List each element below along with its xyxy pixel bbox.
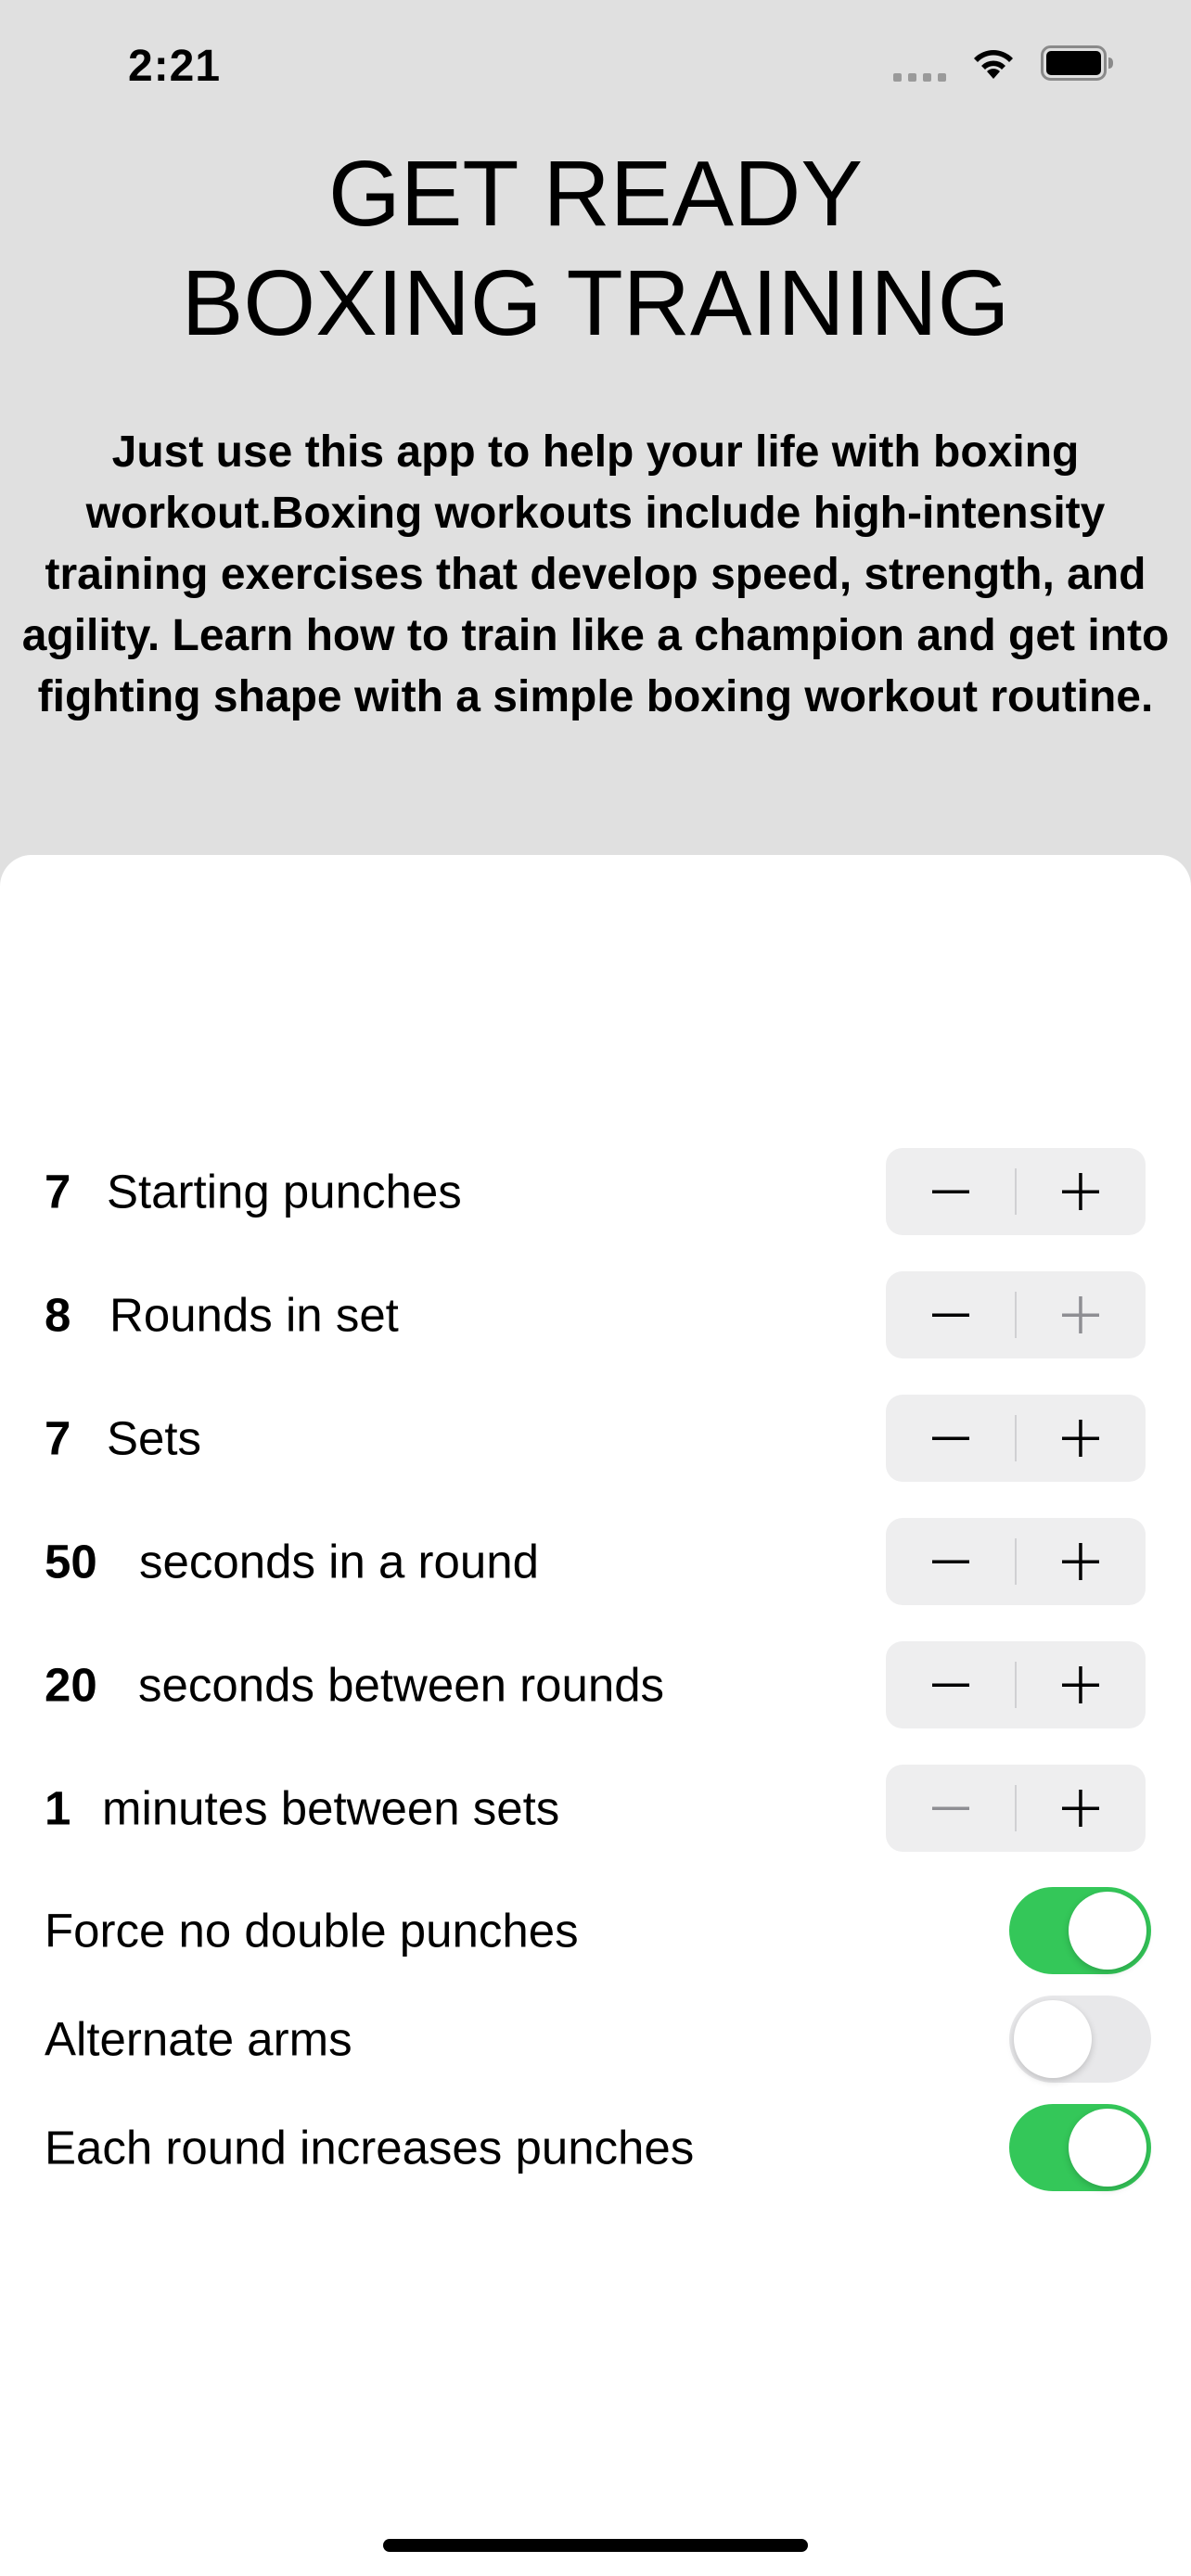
alternate-arms-toggle[interactable] — [1009, 1996, 1151, 2083]
stepper-value: 1 — [45, 1781, 71, 1835]
stepper-value: 7 — [45, 1411, 71, 1465]
stepper-label: Sets — [107, 1411, 202, 1465]
seconds-between-rounds-stepper — [886, 1641, 1146, 1728]
decrement-button[interactable] — [886, 1641, 1016, 1728]
decrement-button[interactable] — [886, 1395, 1016, 1482]
plus-icon — [1062, 1296, 1099, 1333]
home-indicator[interactable] — [383, 2539, 808, 2552]
settings-sheet: 7 Starting punches 8 Rounds in set 7 Set — [0, 855, 1191, 2576]
decrement-button[interactable] — [886, 1148, 1016, 1235]
decrement-button[interactable] — [886, 1518, 1016, 1605]
description-text: Just use this app to help your life with… — [0, 422, 1191, 728]
rounds-in-set-stepper — [886, 1271, 1146, 1358]
stepper-value: 8 — [45, 1288, 71, 1342]
stepper-label: seconds between rounds — [138, 1658, 665, 1712]
description-line: agility. Learn how to train like a champ… — [21, 611, 1170, 660]
minus-icon — [932, 1806, 969, 1810]
minus-icon — [932, 1190, 969, 1193]
starting-punches-stepper — [886, 1148, 1146, 1235]
status-icons — [893, 45, 1115, 82]
toggle-label: Force no double punches — [45, 1904, 579, 1958]
force-no-double-punches-toggle[interactable] — [1009, 1887, 1151, 1974]
toggle-row-force-no-double-punches: Force no double punches — [0, 1887, 1191, 1974]
minus-icon — [932, 1560, 969, 1563]
title-line-1: GET READY — [327, 142, 864, 246]
plus-icon — [1062, 1420, 1099, 1457]
minus-icon — [932, 1683, 969, 1687]
decrement-button[interactable] — [886, 1271, 1016, 1358]
increment-button[interactable] — [1016, 1518, 1146, 1605]
sets-stepper — [886, 1395, 1146, 1482]
decrement-button-disabled[interactable] — [886, 1765, 1016, 1852]
toggle-label: Each round increases punches — [45, 2121, 695, 2174]
description-line: Just use this app to help your life with… — [111, 427, 1080, 477]
stepper-row-seconds-in-round: 50 seconds in a round — [0, 1518, 1191, 1605]
stepper-value: 50 — [45, 1535, 97, 1588]
increment-button[interactable] — [1016, 1641, 1146, 1728]
plus-icon — [1062, 1543, 1099, 1580]
minus-icon — [932, 1436, 969, 1440]
toggle-knob — [1069, 2109, 1146, 2187]
title-line-2: BOXING TRAINING — [181, 251, 1010, 355]
stepper-label: minutes between sets — [102, 1781, 560, 1835]
stepper-label: seconds in a round — [139, 1535, 539, 1588]
status-time: 2:21 — [128, 42, 222, 91]
stepper-label: Rounds in set — [109, 1288, 399, 1342]
minutes-between-sets-stepper — [886, 1765, 1146, 1852]
stepper-row-starting-punches: 7 Starting punches — [0, 1148, 1191, 1235]
description-line: training exercises that develop speed, s… — [45, 550, 1146, 599]
page-title: GET READY BOXING TRAINING — [0, 139, 1191, 358]
plus-icon — [1062, 1666, 1099, 1703]
stepper-label: Starting punches — [107, 1165, 462, 1218]
description-line: workout.Boxing workouts include high-int… — [85, 489, 1106, 538]
increment-button[interactable] — [1016, 1148, 1146, 1235]
toggle-row-each-round-increases-punches: Each round increases punches — [0, 2104, 1191, 2191]
increment-button-disabled[interactable] — [1016, 1271, 1146, 1358]
toggle-row-alternate-arms: Alternate arms — [0, 1996, 1191, 2083]
each-round-increases-punches-toggle[interactable] — [1009, 2104, 1151, 2191]
toggle-label: Alternate arms — [45, 2012, 352, 2066]
plus-icon — [1062, 1790, 1099, 1827]
plus-icon — [1062, 1173, 1099, 1210]
toggle-knob — [1014, 2000, 1092, 2078]
stepper-value: 20 — [45, 1658, 97, 1712]
stepper-row-seconds-between-rounds: 20 seconds between rounds — [0, 1641, 1191, 1728]
battery-icon — [1041, 45, 1115, 82]
wifi-icon — [970, 45, 1017, 81]
stepper-row-sets: 7 Sets — [0, 1395, 1191, 1482]
stepper-value: 7 — [45, 1165, 71, 1218]
toggle-knob — [1069, 1892, 1146, 1970]
cellular-signal-icon — [893, 45, 946, 82]
seconds-in-round-stepper — [886, 1518, 1146, 1605]
stepper-row-minutes-between-sets: 1 minutes between sets — [0, 1765, 1191, 1852]
increment-button[interactable] — [1016, 1765, 1146, 1852]
increment-button[interactable] — [1016, 1395, 1146, 1482]
description-line: fighting shape with a simple boxing work… — [37, 672, 1154, 721]
minus-icon — [932, 1313, 969, 1317]
stepper-row-rounds-in-set: 8 Rounds in set — [0, 1271, 1191, 1358]
